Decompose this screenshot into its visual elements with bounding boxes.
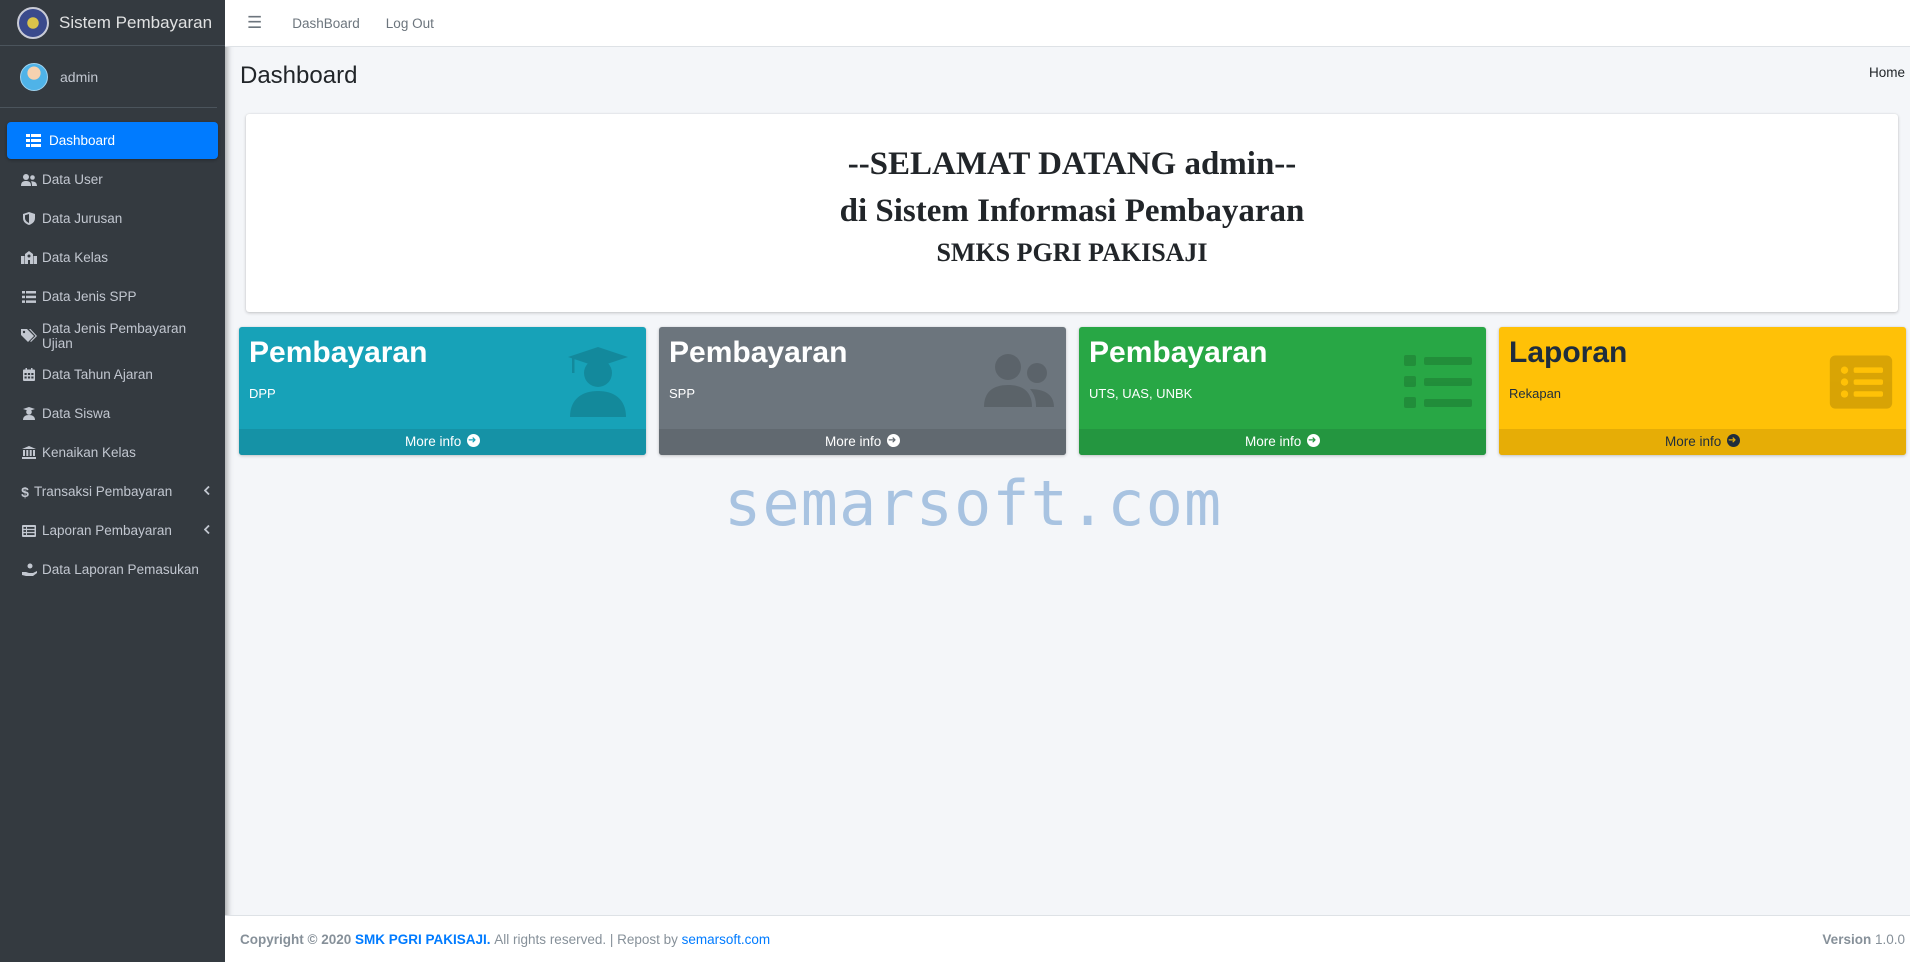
rectangle-list-icon xyxy=(1829,355,1893,409)
welcome-heading: --SELAMAT DATANG admin-- xyxy=(847,146,1297,182)
users-icon xyxy=(21,173,37,186)
copyright-text: Copyright © 2020 xyxy=(240,931,352,947)
box-pembayaran-spp: Pembayaran SPP More info xyxy=(659,327,1066,455)
table-list-icon xyxy=(21,524,37,537)
box-subtitle: UTS, UAS, UNBK xyxy=(1089,386,1193,401)
chevron-left-icon xyxy=(203,524,210,537)
sidebar: Sistem Pembayaran admin Dashboard Data U… xyxy=(0,0,225,962)
box-title: Pembayaran xyxy=(249,336,428,369)
sidebar-nav: Dashboard Data User Data Jurusan Data Ke… xyxy=(0,108,225,588)
sidebar-item-label: Data Jenis SPP xyxy=(42,289,137,304)
watermark-text: semarsoft.com xyxy=(724,467,1223,540)
user-graduate-icon xyxy=(21,407,37,420)
arrow-circle-right-icon xyxy=(1727,428,1741,454)
sidebar-item-label: Transaksi Pembayaran xyxy=(34,484,173,499)
nav-link-logout[interactable]: Log Out xyxy=(386,16,434,31)
sidebar-item-data-laporan-pemasukan[interactable]: Data Laporan Pemasukan xyxy=(7,551,218,588)
sidebar-item-label: Laporan Pembayaran xyxy=(42,523,172,538)
sidebar-item-data-user[interactable]: Data User xyxy=(7,161,218,198)
welcome-subheading: di Sistem Informasi Pembayaran xyxy=(839,193,1305,229)
sidebar-item-label: Dashboard xyxy=(49,133,116,148)
box-pembayaran-dpp: Pembayaran DPP More info xyxy=(239,327,646,455)
more-info-link[interactable]: More info xyxy=(239,428,646,455)
page-footer: Copyright © 2020 SMK PGRI PAKISAJI. All … xyxy=(225,915,1910,962)
box-subtitle: SPP xyxy=(669,386,696,401)
more-info-label: More info xyxy=(404,434,462,449)
more-info-label: More info xyxy=(824,434,882,449)
sidebar-item-label: Data Kelas xyxy=(42,250,109,265)
sidebar-item-transaksi-pembayaran[interactable]: $ Transaksi Pembayaran xyxy=(7,473,218,510)
users-icon xyxy=(984,354,1054,407)
list-icon xyxy=(21,290,37,303)
more-info-label: More info xyxy=(1664,434,1722,449)
sidebar-item-label: Data Tahun Ajaran xyxy=(42,367,153,382)
sidebar-item-dashboard[interactable]: Dashboard xyxy=(7,122,218,159)
sidebar-item-label: Data Laporan Pemasukan xyxy=(42,562,199,577)
breadcrumb-home[interactable]: Home xyxy=(1869,65,1905,80)
box-title: Laporan xyxy=(1509,336,1628,369)
brand-link[interactable]: Sistem Pembayaran xyxy=(0,0,225,46)
school-icon xyxy=(21,251,37,264)
sidebar-item-label: Data User xyxy=(42,172,103,187)
dollar-icon: $ xyxy=(21,483,29,500)
sidebar-item-kenaikan-kelas[interactable]: Kenaikan Kelas xyxy=(7,434,218,471)
sidebar-item-data-kelas[interactable]: Data Kelas xyxy=(7,239,218,276)
arrow-circle-right-icon xyxy=(1307,428,1321,454)
more-info-label: More info xyxy=(1244,434,1302,449)
tags-icon xyxy=(21,329,37,342)
version-info: Version 1.0.0 xyxy=(1822,932,1905,947)
sidebar-item-data-jurusan[interactable]: Data Jurusan xyxy=(7,200,218,237)
box-subtitle: DPP xyxy=(249,386,276,401)
box-pembayaran-ujian: Pembayaran UTS, UAS, UNBK More info xyxy=(1079,327,1486,455)
more-info-link[interactable]: More info xyxy=(659,428,1066,455)
sidebar-item-data-tahun-ajaran[interactable]: Data Tahun Ajaran xyxy=(7,356,218,393)
arrow-circle-right-icon xyxy=(887,428,901,454)
box-subtitle: Rekapan xyxy=(1509,386,1562,401)
version-label: Version xyxy=(1822,931,1872,947)
welcome-school-name: SMKS PGRI PAKISAJI xyxy=(936,238,1208,267)
info-boxes: Pembayaran DPP More info Pembayaran SPP … xyxy=(239,327,1906,455)
page-title: Dashboard xyxy=(240,62,358,89)
box-laporan-rekapan: Laporan Rekapan More info xyxy=(1499,327,1906,455)
org-link[interactable]: SMK PGRI PAKISAJI. xyxy=(355,932,491,947)
box-title: Pembayaran xyxy=(1089,336,1268,369)
more-info-link[interactable]: More info xyxy=(1079,428,1486,455)
brand-title: Sistem Pembayaran xyxy=(59,12,213,32)
main-content: Dashboard Home --SELAMAT DATANG admin-- … xyxy=(225,47,1910,915)
nav-link-dashboard[interactable]: DashBoard xyxy=(292,16,360,31)
arrow-circle-right-icon xyxy=(467,428,481,454)
version-number: 1.0.0 xyxy=(1874,931,1905,947)
avatar xyxy=(20,62,48,91)
rights-text: All rights reserved. | Repost by xyxy=(494,931,678,947)
list-icon xyxy=(1404,355,1472,408)
sidebar-item-label: Kenaikan Kelas xyxy=(42,445,136,460)
more-info-link[interactable]: More info xyxy=(1499,428,1906,455)
user-panel[interactable]: admin xyxy=(0,46,217,108)
grid-icon xyxy=(25,134,41,147)
sidebar-item-data-jenis-pembayaran-ujian[interactable]: Data Jenis Pembayaran Ujian xyxy=(7,317,218,354)
hand-coin-icon xyxy=(21,563,37,576)
calendar-icon xyxy=(21,368,37,381)
user-name: admin xyxy=(60,68,99,85)
sidebar-item-data-jenis-spp[interactable]: Data Jenis SPP xyxy=(7,278,218,315)
school-logo-icon xyxy=(17,6,49,39)
sidebar-item-label: Data Jenis Pembayaran Ujian xyxy=(42,320,187,351)
shield-icon xyxy=(21,212,37,225)
box-title: Pembayaran xyxy=(669,336,848,369)
user-graduate-icon xyxy=(568,347,628,417)
menu-toggle-icon[interactable]: ☰ xyxy=(247,13,262,33)
welcome-card: --SELAMAT DATANG admin-- di Sistem Infor… xyxy=(246,114,1898,312)
chevron-left-icon xyxy=(203,485,210,498)
top-navbar: ☰ DashBoard Log Out xyxy=(225,0,1910,47)
sidebar-item-label: Data Siswa xyxy=(42,406,111,421)
sidebar-item-laporan-pembayaran[interactable]: Laporan Pembayaran xyxy=(7,512,218,549)
sidebar-item-label: Data Jurusan xyxy=(42,211,123,226)
sidebar-item-data-siswa[interactable]: Data Siswa xyxy=(7,395,218,432)
repost-link[interactable]: semarsoft.com xyxy=(682,932,771,947)
bank-icon xyxy=(21,446,37,459)
